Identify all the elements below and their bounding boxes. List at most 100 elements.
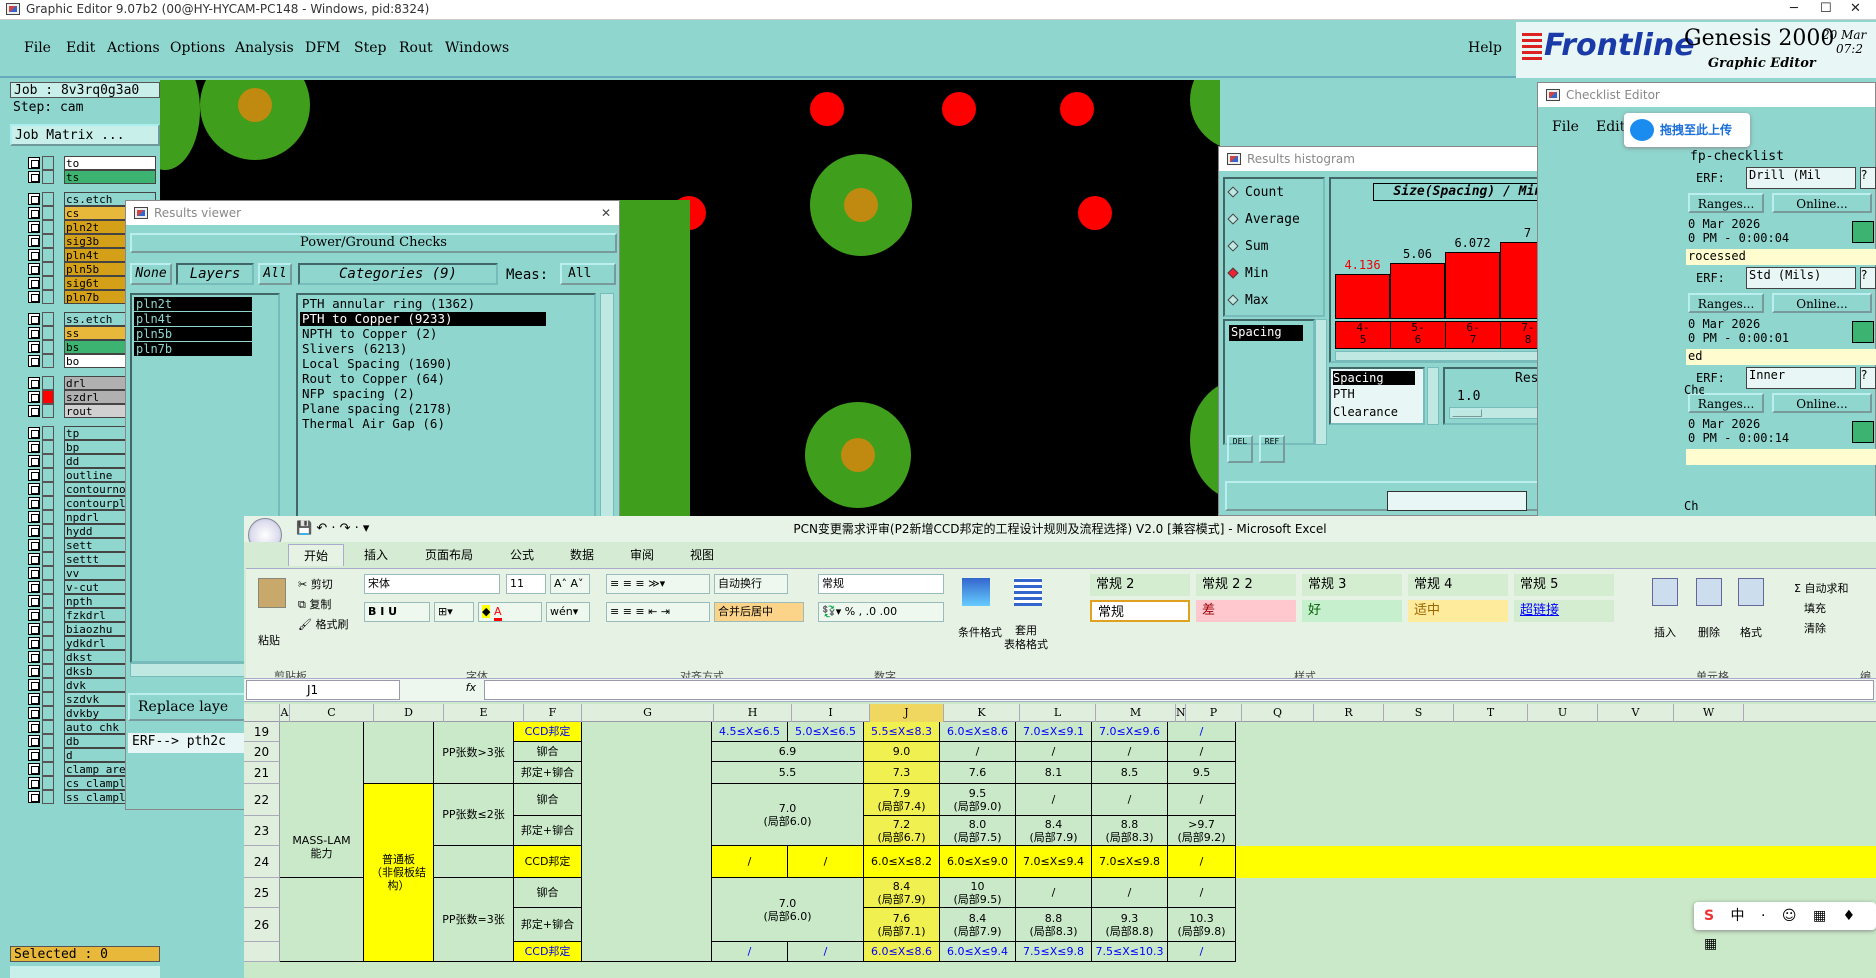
tab-6[interactable]: 视图 [674,544,730,566]
layer-checkbox[interactable] [28,707,40,719]
menu-step[interactable]: Step [354,40,386,56]
all-button[interactable]: All [258,263,292,285]
row-header-26[interactable]: 26 [244,908,280,942]
layer-result-item[interactable]: pln7b [134,342,252,356]
cell-g-col[interactable] [582,722,712,962]
insert-cells-icon[interactable] [1652,578,1678,606]
cut-button[interactable]: ✂ 剪切 [298,576,333,592]
row-header-19[interactable]: 19 [244,722,280,742]
row-header-24[interactable]: 24 [244,846,280,878]
layer-checkbox[interactable] [28,235,40,247]
conditional-format-button[interactable]: 条件格式 [958,624,1002,640]
bold-italic-underline[interactable]: B I U [364,602,430,622]
legend-scrollbar[interactable] [1427,367,1439,425]
cell-r23-1[interactable]: 8.0 (局部7.5) [940,816,1016,846]
cell-r19-1[interactable]: 5.0≤X≤6.5 [788,722,864,742]
cell-r27-6[interactable]: / [1168,942,1236,962]
table-format-icon[interactable] [1014,578,1042,606]
layer-checkbox[interactable] [28,377,40,389]
cell-r22-3[interactable]: / [1016,784,1092,816]
layer-checkbox[interactable] [28,539,40,551]
cell-r21-4[interactable]: 8.5 [1092,762,1168,784]
cell-r25-0[interactable]: 7.0 (局部6.0) [712,878,864,942]
layer-checkbox[interactable] [28,595,40,607]
cell-mass-lam[interactable]: MASS-LAM 能力 [280,816,364,878]
cell-r27-5[interactable]: 7.5≤X≤10.3 [1092,942,1168,962]
cell-r25-1[interactable]: 8.4 (局部7.9) [864,878,940,908]
layer-checkbox[interactable] [28,777,40,789]
layer-checkbox[interactable] [28,277,40,289]
column-header-R[interactable]: R [1314,704,1384,722]
cell-f20[interactable]: 铆合 [514,742,582,762]
column-header-A[interactable]: A [280,704,290,722]
layer-checkbox[interactable] [28,637,40,649]
category-item[interactable]: Rout to Copper (64) [300,372,546,386]
cell-f21[interactable]: 邦定+铆合 [514,762,582,784]
tab-1[interactable]: 插入 [348,544,404,566]
cell-e24[interactable] [434,846,514,878]
fill-font-color-button[interactable]: ◆ A [478,602,542,622]
font-name-select[interactable]: 宋体 [364,574,500,594]
column-header-L[interactable]: L [1020,704,1096,722]
cell-r24-6[interactable]: / [1168,846,1236,878]
job-matrix-button[interactable]: Job Matrix ... [10,124,160,146]
cell-r25-3[interactable]: / [1016,878,1092,908]
cell-r27-1[interactable]: / [788,942,864,962]
zoom-icon[interactable] [1852,421,1874,443]
layer-checkbox[interactable] [28,623,40,635]
category-item[interactable]: NPTH to Copper (2) [300,327,546,341]
layer-result-item[interactable]: pln5b [134,327,252,341]
column-header-P[interactable]: P [1186,704,1242,722]
format-button[interactable]: 格式 [1740,624,1762,640]
ranges-button[interactable]: Ranges... [1688,293,1764,313]
cell-r23-0[interactable]: 7.2 (局部6.7) [864,816,940,846]
field-list[interactable]: Spacing [1223,319,1315,445]
cell-r26-0[interactable]: 7.6 (局部7.1) [864,908,940,942]
cell-r24-5[interactable]: 7.0≤X≤9.8 [1092,846,1168,878]
layer-checkbox[interactable] [28,291,40,303]
erf-select[interactable]: Std (Mils) [1746,267,1856,289]
column-header-G[interactable]: G [582,704,714,722]
cell-normal-board[interactable]: 普通板 （非假板结 构） [364,784,434,962]
layer-checkbox[interactable] [28,581,40,593]
layer-checkbox[interactable] [28,763,40,775]
table-format-button[interactable]: 套用 表格格式 [1004,624,1048,652]
layer-checkbox[interactable] [28,249,40,261]
option-count[interactable]: Count [1227,185,1284,200]
cell-r25-4[interactable]: / [1092,878,1168,908]
cell-r24-3[interactable]: 6.0≤X≤9.0 [940,846,1016,878]
online-button[interactable]: Online... [1772,293,1872,313]
cell-r26-2[interactable]: 8.8 (局部8.3) [1016,908,1092,942]
layer-checkbox[interactable] [28,441,40,453]
cell-r23-2[interactable]: 8.4 (局部7.9) [1016,816,1092,846]
cell-r25-2[interactable]: 10 (局部9.5) [940,878,1016,908]
online-button[interactable]: Online... [1772,193,1872,213]
category-item[interactable]: Thermal Air Gap (6) [300,417,546,431]
category-item[interactable]: PTH to Copper (9233) [300,312,546,326]
layer-checkbox[interactable] [28,469,40,481]
cell-r20-1[interactable]: 9.0 [864,742,940,762]
cell-styles-gallery[interactable]: 常规 2 常规 2 2 常规 3 常规 4 常规 5 常规差好适中 超链接 [1090,574,1620,626]
column-header-D[interactable]: D [374,704,444,722]
option-average[interactable]: Average [1227,212,1300,227]
option-max[interactable]: Max [1227,293,1268,308]
category-item[interactable]: Local Spacing (1690) [300,357,546,371]
cell-r26-1[interactable]: 8.4 (局部7.9) [940,908,1016,942]
power-ground-header[interactable]: Power/Ground Checks [130,233,617,253]
format-cells-icon[interactable] [1738,578,1764,606]
layer-checkbox[interactable] [28,735,40,747]
cell-r27-3[interactable]: 6.0≤X≤9.4 [940,942,1016,962]
paste-icon[interactable] [258,578,286,608]
insert-button[interactable]: 插入 [1654,624,1676,640]
column-header-F[interactable]: F [524,704,582,722]
formula-input[interactable] [484,680,1874,700]
layer-checkbox[interactable] [28,313,40,325]
layer-result-item[interactable]: pln2t [134,297,252,311]
cell-f19[interactable]: CCD邦定 [514,722,582,742]
horizontal-align-buttons[interactable]: ≡ ≡ ≡ ⇤ ⇥ [606,602,710,622]
cell-r22-0[interactable]: 7.0 (局部6.0) [712,784,864,846]
number-format-select[interactable]: 常规 [818,574,944,594]
style-2[interactable]: 常规 3 [1302,574,1402,596]
layer-checkbox[interactable] [28,525,40,537]
cell-r19-6[interactable]: / [1168,722,1236,742]
